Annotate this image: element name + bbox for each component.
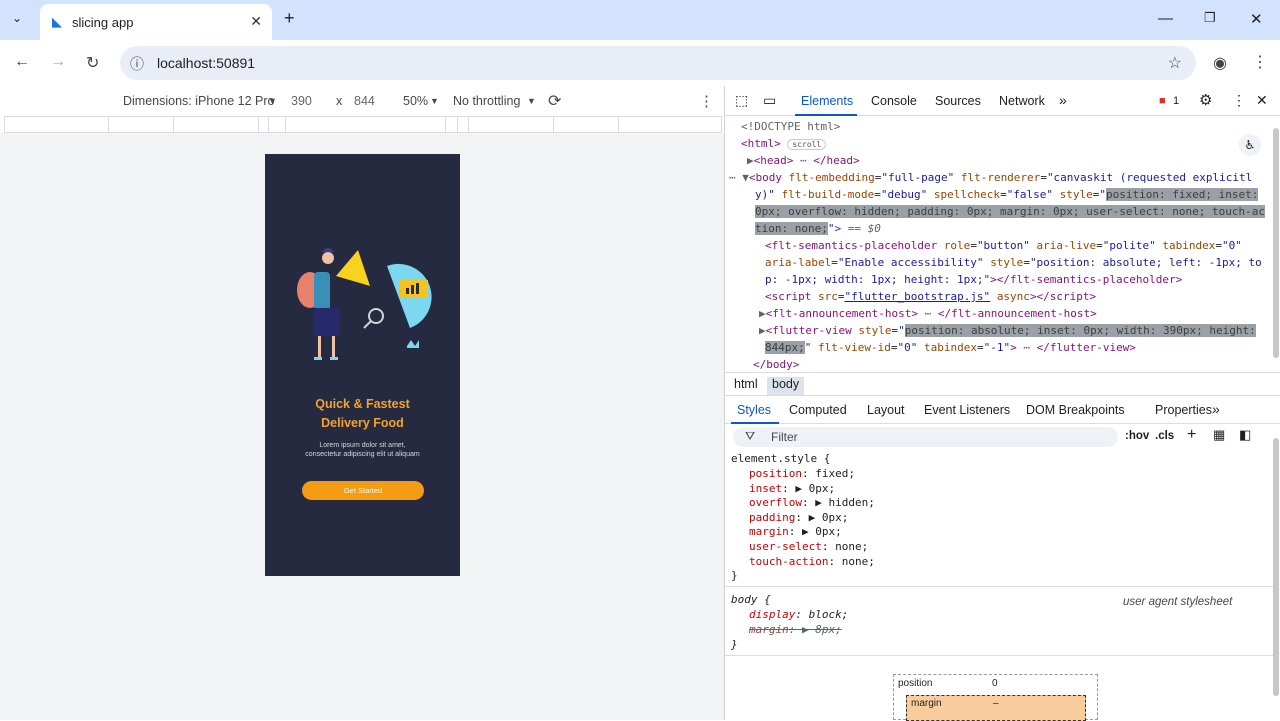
devtools-panel: ⬚ ▭ Elements Console Sources Network » ■…: [724, 86, 1280, 721]
body-rule-display: display: block;: [749, 608, 849, 621]
hov-toggle[interactable]: :hov: [1125, 430, 1149, 442]
tab-styles[interactable]: Styles: [737, 403, 771, 417]
delivery-illustration: [297, 248, 432, 360]
dimensions-dropdown-icon[interactable]: ▼: [268, 96, 277, 106]
breadcrumb-body[interactable]: body: [767, 377, 805, 395]
menu-icon[interactable]: ⋮: [1252, 52, 1268, 72]
tab-elements[interactable]: Elements: [801, 94, 853, 108]
restore-icon[interactable]: ❐: [1204, 10, 1216, 26]
url-text: localhost:50891: [157, 55, 256, 71]
close-tab-icon[interactable]: ✕: [250, 13, 262, 30]
element-style-rule[interactable]: inset: ▶ 0px;: [749, 482, 835, 497]
styles-filter-input[interactable]: ⛛ Filter: [733, 427, 1118, 447]
headline-line-2: Delivery Food: [321, 416, 404, 430]
tab-sources[interactable]: Sources: [935, 94, 981, 108]
breadcrumb: html body: [725, 372, 1280, 396]
tab-layout[interactable]: Layout: [867, 403, 905, 417]
element-style-rule[interactable]: user-select: none;: [749, 540, 868, 555]
inspect-icon[interactable]: ⬚: [735, 92, 748, 109]
toggle-sidebar-icon[interactable]: ◧: [1239, 427, 1251, 443]
more-style-tabs-icon[interactable]: »: [1212, 401, 1220, 417]
box-margin-label: margin: [911, 698, 942, 709]
devtools-tabbar: ⬚ ▭ Elements Console Sources Network » ■…: [725, 86, 1280, 116]
description-line-2: consectetur adipiscing elit ut aliquam: [305, 451, 420, 458]
box-margin[interactable]: margin –: [906, 695, 1086, 721]
element-style-rule[interactable]: touch-action: none;: [749, 555, 875, 570]
tab-computed[interactable]: Computed: [789, 403, 847, 417]
element-style-selector: element.style {: [731, 452, 831, 465]
headline-line-1: Quick & Fastest: [315, 397, 410, 411]
filter-placeholder: Filter: [771, 430, 798, 444]
browser-tab[interactable]: ◣ slicing app ✕: [40, 4, 272, 40]
forward-icon[interactable]: →: [50, 53, 66, 71]
phone-screen: [265, 154, 460, 576]
element-style-rule[interactable]: position: fixed;: [749, 467, 855, 482]
throttling-dropdown-icon[interactable]: ▼: [527, 96, 536, 106]
box-position-value[interactable]: 0: [992, 678, 998, 689]
dom-scrollbar[interactable]: [1273, 128, 1279, 358]
dom-tree[interactable]: <!DOCTYPE html> <html> scroll ▶<head> ⋯ …: [725, 116, 1280, 372]
get-started-button[interactable]: Get Started: [302, 481, 424, 500]
device-toggle-icon[interactable]: ▭: [763, 92, 776, 109]
box-position-label: position: [898, 678, 933, 689]
issues-flag-icon[interactable]: ■: [1159, 95, 1166, 107]
filter-icon: ⛛: [745, 429, 756, 443]
tab-search-icon[interactable]: ⌄: [12, 11, 22, 25]
tab-network[interactable]: Network: [999, 94, 1045, 108]
width-input[interactable]: 390: [291, 94, 312, 108]
zoom-dropdown-icon[interactable]: ▼: [430, 96, 439, 106]
element-style-rule[interactable]: margin: ▶ 0px;: [749, 525, 842, 540]
device-options-icon[interactable]: ⋮: [699, 92, 714, 110]
flutter-favicon-icon: ◣: [52, 14, 62, 29]
window-close-icon[interactable]: ✕: [1250, 10, 1263, 28]
reload-icon[interactable]: ↻: [86, 53, 99, 73]
bookmark-star-icon[interactable]: ☆: [1168, 53, 1182, 73]
description-line-1: Lorem ipsum dolor sit amet,: [319, 442, 406, 449]
cls-toggle[interactable]: .cls: [1155, 430, 1174, 442]
accessibility-icon[interactable]: ♿: [1239, 134, 1261, 156]
address-bar[interactable]: ⓘ localhost:50891 ☆: [120, 46, 1196, 80]
ua-stylesheet-label: user agent stylesheet: [1123, 596, 1233, 608]
element-style-rule[interactable]: overflow: ▶ hidden;: [749, 496, 875, 511]
issues-count[interactable]: 1: [1173, 95, 1179, 107]
throttling-select[interactable]: No throttling: [453, 94, 520, 108]
devtools-menu-icon[interactable]: ⋮: [1232, 92, 1246, 109]
settings-gear-icon[interactable]: ⚙: [1199, 91, 1212, 109]
styles-scrollbar[interactable]: [1273, 438, 1279, 696]
title-bar: ⌄ ◣ slicing app ✕ + — ❐ ✕: [0, 0, 1280, 40]
styles-tabbar: Styles Computed Layout Event Listeners D…: [725, 396, 1280, 424]
media-query-ruler[interactable]: [4, 116, 722, 133]
tab-console[interactable]: Console: [871, 94, 917, 108]
site-info-icon[interactable]: ⓘ: [130, 54, 144, 74]
dimensions-select[interactable]: Dimensions: iPhone 12 Pro: [123, 94, 274, 108]
breadcrumb-html[interactable]: html: [729, 377, 763, 395]
close-devtools-icon[interactable]: ✕: [1256, 92, 1268, 109]
body-rule-margin: margin: ▶ 8px;: [749, 623, 842, 636]
tab-dom-breakpoints[interactable]: DOM Breakpoints: [1026, 403, 1125, 417]
back-icon[interactable]: ←: [14, 53, 30, 71]
element-style-close: }: [731, 569, 738, 582]
device-toolbar: Dimensions: iPhone 12 Pro ▼ 390 x 844 50…: [0, 86, 724, 116]
more-tabs-icon[interactable]: »: [1059, 92, 1067, 108]
box-margin-value[interactable]: –: [993, 698, 999, 709]
new-tab-icon[interactable]: +: [284, 8, 295, 29]
body-selector: body {: [731, 593, 771, 606]
tab-event-listeners[interactable]: Event Listeners: [924, 403, 1010, 417]
element-style-rule[interactable]: padding: ▶ 0px;: [749, 511, 848, 526]
new-style-rule-icon[interactable]: +: [1187, 426, 1196, 444]
tab-properties[interactable]: Properties: [1155, 403, 1212, 417]
minimize-icon[interactable]: —: [1158, 10, 1173, 27]
profile-icon[interactable]: ◉: [1213, 53, 1227, 73]
times-label: x: [336, 94, 343, 108]
height-input[interactable]: 844: [354, 94, 375, 108]
browser-toolbar: ← → ↻ ⓘ localhost:50891 ☆ ◉ ⋮: [0, 40, 1280, 86]
rotate-icon[interactable]: ⟳: [548, 91, 561, 111]
zoom-select[interactable]: 50%: [403, 94, 428, 108]
box-model[interactable]: position 0 margin –: [893, 674, 1098, 721]
paint-icon[interactable]: ▦: [1213, 427, 1225, 443]
tab-title: slicing app: [72, 15, 134, 30]
body-rule-close: }: [731, 638, 738, 651]
